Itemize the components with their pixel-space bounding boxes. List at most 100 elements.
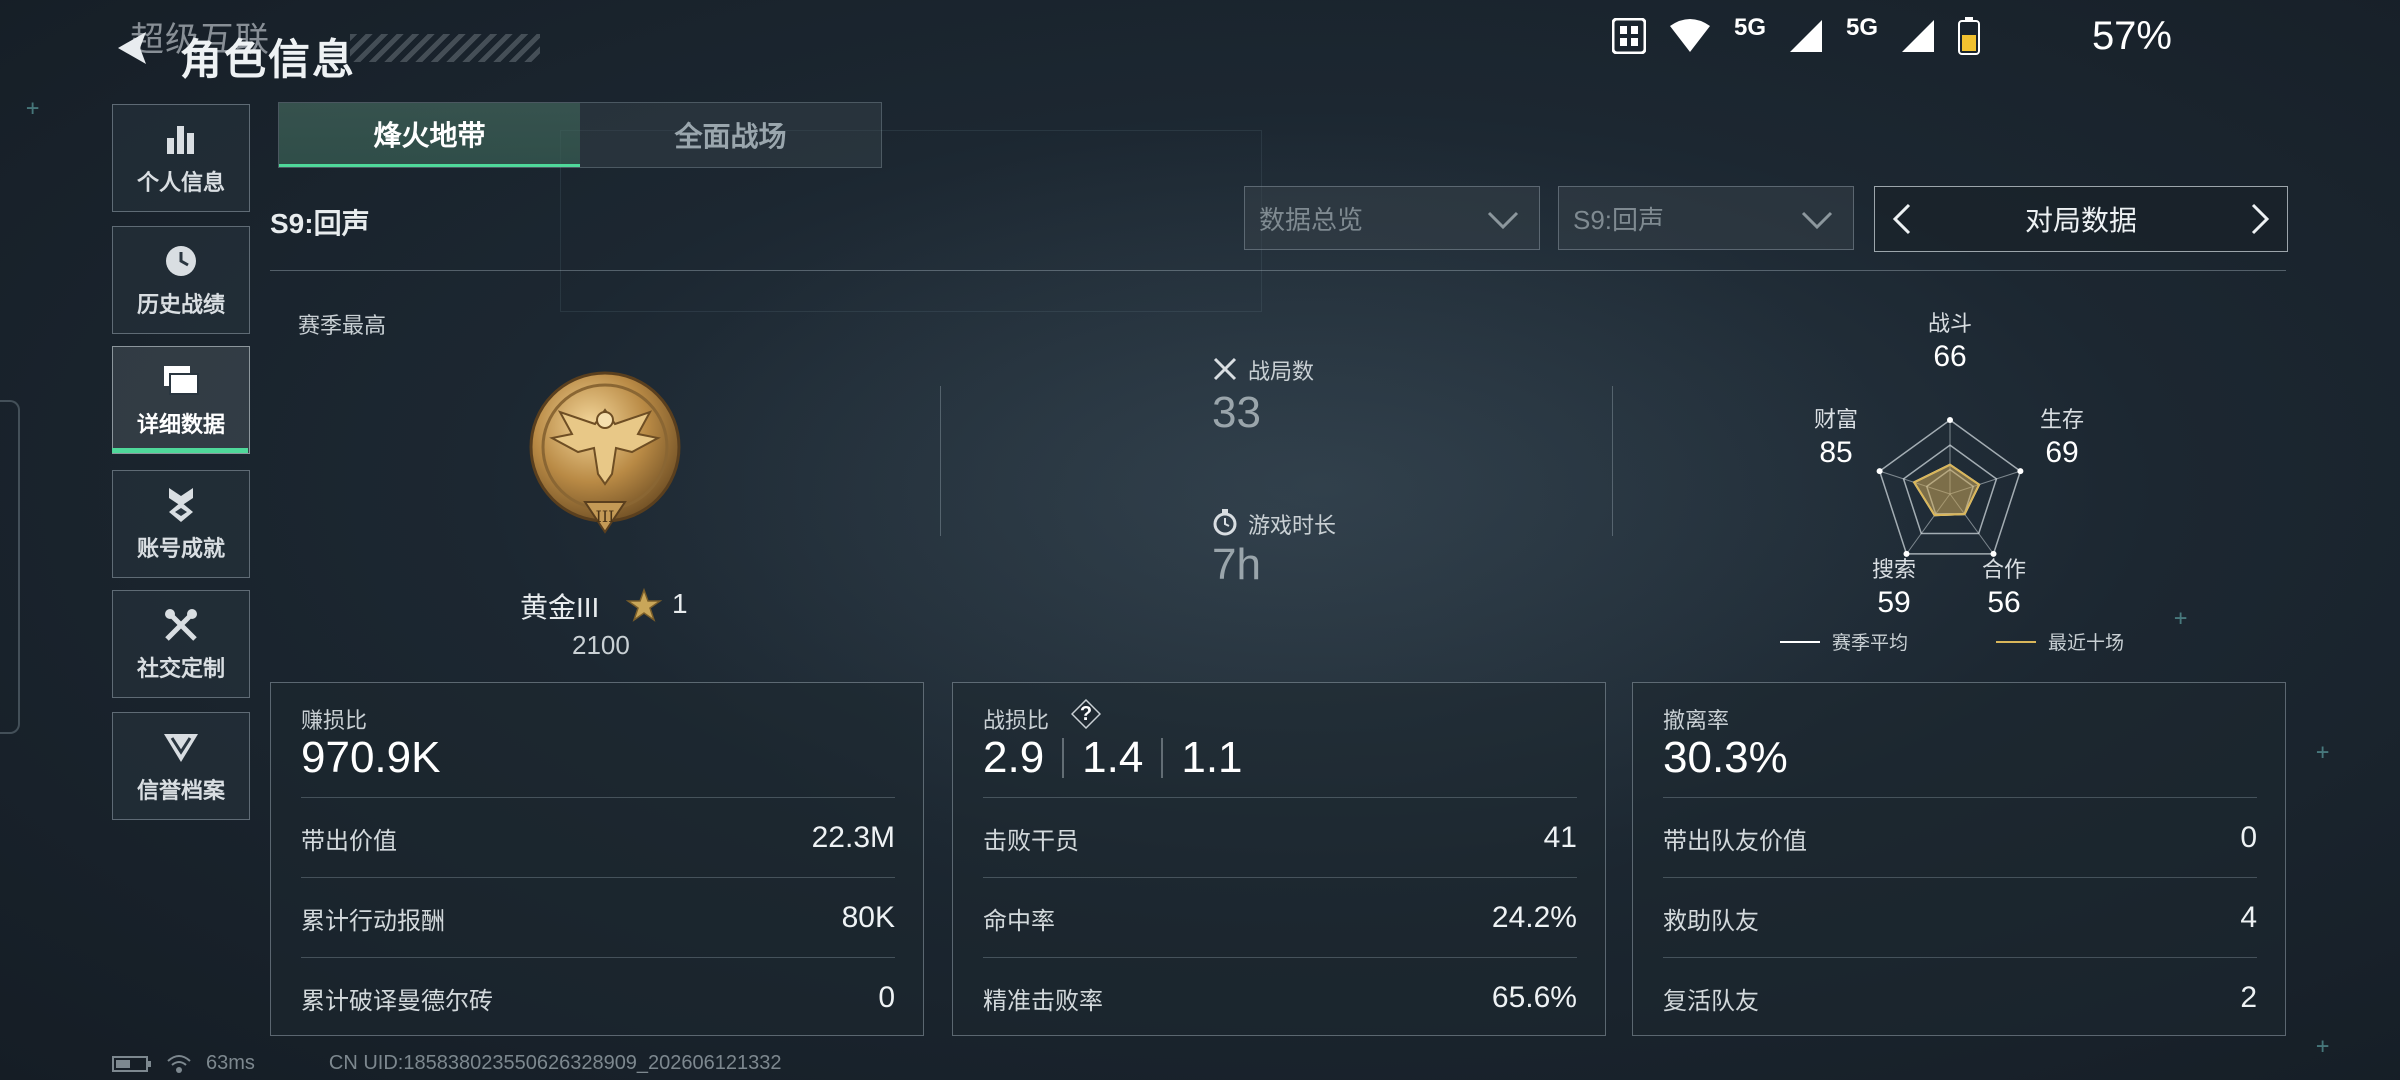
data-mode-selector: 对局数据 [1874, 186, 2288, 252]
battery-percent: 57% [2091, 14, 2172, 58]
stat-row: 救助队友 4 [1663, 877, 2257, 958]
stat-row: 累计破译曼德尔砖 0 [301, 957, 895, 1038]
season-best-label: 赛季最高 [298, 313, 387, 338]
overview-dropdown-value: 数据总览 [1259, 204, 1364, 235]
tools-icon [161, 605, 201, 645]
stat-value: 24.2% [1491, 901, 1577, 934]
sidebar-item-label: 历史战绩 [136, 292, 225, 317]
sidebar-item-label: 详细数据 [136, 412, 225, 437]
battery-icon [1958, 17, 1980, 55]
tab-full-battlefield[interactable]: 全面战场 [580, 103, 881, 167]
stat-value: 0 [878, 981, 895, 1014]
rank-badge-icon: III [529, 371, 681, 534]
radar-axis-label: 合作 [1981, 557, 2026, 582]
sidebar-item-label: 个人信息 [136, 170, 225, 195]
card-value: 30.3% [1663, 733, 1788, 782]
kd-separator [1062, 738, 1065, 778]
stat-row: 精准击败率 65.6% [983, 957, 1577, 1038]
rank-name: 黄金III [520, 592, 600, 623]
wifi-small-icon [167, 1054, 191, 1073]
wifi-icon [1669, 19, 1710, 52]
stat-value: 65.6% [1491, 981, 1577, 1014]
sidebar-item-label: 社交定制 [136, 656, 225, 681]
radar-axis-label: 搜索 [1871, 557, 1916, 582]
chevron-left-icon[interactable] [1887, 201, 1917, 237]
kd-values: 2.9 1.4 1.1 [983, 733, 1243, 783]
radar-chart [1876, 417, 2024, 557]
tab-hazard-zone[interactable]: 烽火地带 [279, 103, 580, 167]
radar-series-recent [1912, 463, 1981, 517]
player-uid: CN UID:185838023550626328909_20260612133… [328, 1052, 782, 1074]
legend-swatch-recent [1996, 641, 2036, 643]
card-title: 撤离率 [1663, 708, 1730, 733]
sidebar-item-label: 账号成就 [136, 536, 225, 561]
stat-key: 精准击败率 [983, 987, 1103, 1015]
stat-row: 击败干员 41 [983, 797, 1577, 878]
sidebar-item-label: 信誉档案 [136, 778, 225, 803]
divider [1612, 386, 1613, 536]
kd-separator [1161, 738, 1164, 778]
hud-cross-mark: + [2316, 740, 2330, 765]
stat-key: 击败干员 [983, 827, 1079, 855]
play-time-label: 游戏时长 [1248, 513, 1337, 538]
page-title: 角色信息 [180, 36, 357, 83]
season-dropdown[interactable]: S9:回声 [1558, 186, 1854, 250]
chevron-down-icon [1801, 211, 1833, 230]
season-label: S9:回声 [270, 208, 370, 239]
overview-dropdown[interactable]: 数据总览 [1244, 186, 1540, 250]
shield-icon [161, 727, 201, 767]
radar-axis-value: 69 [2045, 436, 2079, 469]
legend-label-recent: 最近十场 [2048, 633, 2125, 654]
data-mode-label: 对局数据 [2024, 205, 2137, 236]
kd-value: 2.9 [983, 733, 1045, 782]
signal-icon [1789, 20, 1822, 52]
stat-value: 41 [1543, 821, 1577, 854]
legend-swatch-avg [1780, 641, 1820, 643]
season-dropdown-value: S9:回声 [1573, 204, 1665, 235]
sidebar-item-history[interactable]: 历史战绩 [112, 226, 250, 334]
network-type-2: 5G [1845, 14, 1878, 41]
hud-cross-mark: + [2316, 1034, 2330, 1059]
chevron-right-icon[interactable] [2245, 201, 2275, 237]
sidebar-item-reputation[interactable]: 信誉档案 [112, 712, 250, 820]
stat-key: 带出价值 [301, 827, 397, 855]
divider [940, 386, 941, 536]
network-type-1: 5G [1733, 14, 1766, 41]
matches-value: 33 [1212, 388, 1261, 437]
sidebar-item-detailed-data[interactable]: 详细数据 [112, 346, 250, 454]
stat-row: 带出队友价值 0 [1663, 797, 2257, 878]
signal-icon [1902, 20, 1934, 52]
hud-cross-mark: + [2174, 606, 2188, 631]
stat-key: 复活队友 [1663, 987, 1759, 1015]
stat-value: 80K [841, 901, 895, 934]
card-value: 970.9K [301, 733, 441, 782]
rank-stars: 1 [672, 588, 688, 619]
rank-score: 2100 [572, 630, 630, 660]
edge-handle[interactable] [0, 400, 20, 734]
stat-key: 累计破译曼德尔砖 [301, 987, 493, 1015]
help-icon[interactable]: ? [1071, 699, 1101, 729]
stopwatch-icon [1213, 509, 1237, 536]
back-arrow-icon[interactable] [112, 28, 152, 68]
stat-key: 累计行动报酬 [301, 907, 445, 935]
stat-row: 带出价值 22.3M [301, 797, 895, 878]
sidebar-item-achievements[interactable]: 账号成就 [112, 470, 250, 578]
rank-badge-numeral: III [596, 507, 615, 526]
clock-icon [161, 241, 201, 281]
sidebar-item-personal-info[interactable]: 个人信息 [112, 104, 250, 212]
radar-axis-label: 生存 [2039, 407, 2084, 432]
stat-value: 2 [2240, 981, 2257, 1014]
stat-row: 累计行动报酬 80K [301, 877, 895, 958]
stat-value: 4 [2240, 901, 2257, 934]
sidebar-item-social[interactable]: 社交定制 [112, 590, 250, 698]
kd-value: 1.1 [1181, 733, 1243, 782]
sidebar-active-indicator [112, 448, 248, 453]
stat-key: 命中率 [983, 907, 1055, 935]
chevron-down-icon [1487, 211, 1519, 230]
card-title: 赚损比 [301, 708, 368, 733]
status-icons: 5G 5G [1611, 14, 1980, 58]
stat-key: 救助队友 [1663, 907, 1759, 935]
radar-axis-value: 85 [1819, 436, 1853, 469]
stat-card-kd: 战损比 ? 2.9 1.4 1.1 击败干员 41 命中率 24.2% 精准击败率 6… [952, 682, 1606, 1036]
title-decoration [350, 34, 540, 62]
